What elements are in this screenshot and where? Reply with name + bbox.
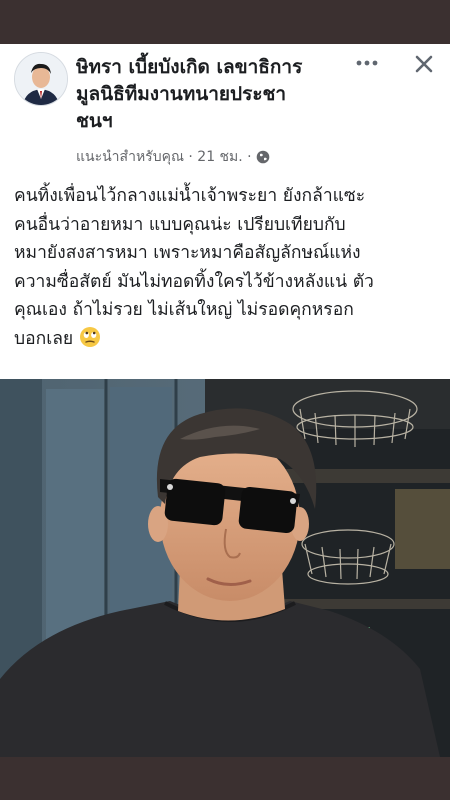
post-header: ษิทรา เบี้ยบังเกิด เลขาธิการ มูลนิธิทีมง… <box>0 44 450 172</box>
post-photo[interactable] <box>0 379 450 757</box>
author-name-line2: มูลนิธิทีมงานทนายประชา <box>76 83 287 105</box>
post-text-last-line: บอกเลย <box>14 325 438 354</box>
author-name-line1: ษิทรา เบี้ยบังเกิด เลขาธิการ <box>76 56 303 78</box>
close-button[interactable] <box>408 48 440 80</box>
post-body-text: คนทิ้งเพื่อนไว้กลางแม่น้ำเจ้าพระยา ยังกล… <box>14 182 438 353</box>
globe-icon <box>256 150 270 164</box>
more-options-button[interactable] <box>350 50 384 76</box>
author-name[interactable]: ษิทรา เบี้ยบังเกิด เลขาธิการ มูลนิธิทีมง… <box>76 54 358 135</box>
post-text-line: หมายังสงสารหมา เพราะหมาคือสัญลักษณ์แห่ง <box>14 243 361 263</box>
rolling-eyes-emoji-icon <box>79 326 101 348</box>
post-card: ษิทรา เบี้ยบังเกิด เลขาธิการ มูลนิธิทีมง… <box>0 44 450 757</box>
post-text-line: คนทิ้งเพื่อนไว้กลางแม่น้ำเจ้าพระยา ยังกล… <box>14 186 366 206</box>
post-text-last: บอกเลย <box>14 328 74 349</box>
bottom-frame-bar <box>0 757 450 800</box>
post-text-line: คุณเอง ถ้าไม่รวย ไม่เส้นใหญ่ ไม่รอดคุกหร… <box>14 300 354 320</box>
post-meta: แนะนำสำหรับคุณ · 21 ชม. · <box>76 146 270 168</box>
close-icon <box>415 55 433 73</box>
author-avatar[interactable] <box>14 52 68 106</box>
author-name-line3: ชนฯ <box>76 110 113 132</box>
more-options-icon <box>356 60 378 66</box>
top-frame-bar <box>0 0 450 44</box>
post-text-line: ความซื่อสัตย์ มันไม่ทอดทิ้งใครไว้ข้างหลั… <box>14 271 374 292</box>
post-meta-text: แนะนำสำหรับคุณ · 21 ชม. · <box>76 149 252 165</box>
post-text-line: คนอื่นว่าอายหมา แบบคุณน่ะ เปรียบเทียบกับ <box>14 214 346 235</box>
